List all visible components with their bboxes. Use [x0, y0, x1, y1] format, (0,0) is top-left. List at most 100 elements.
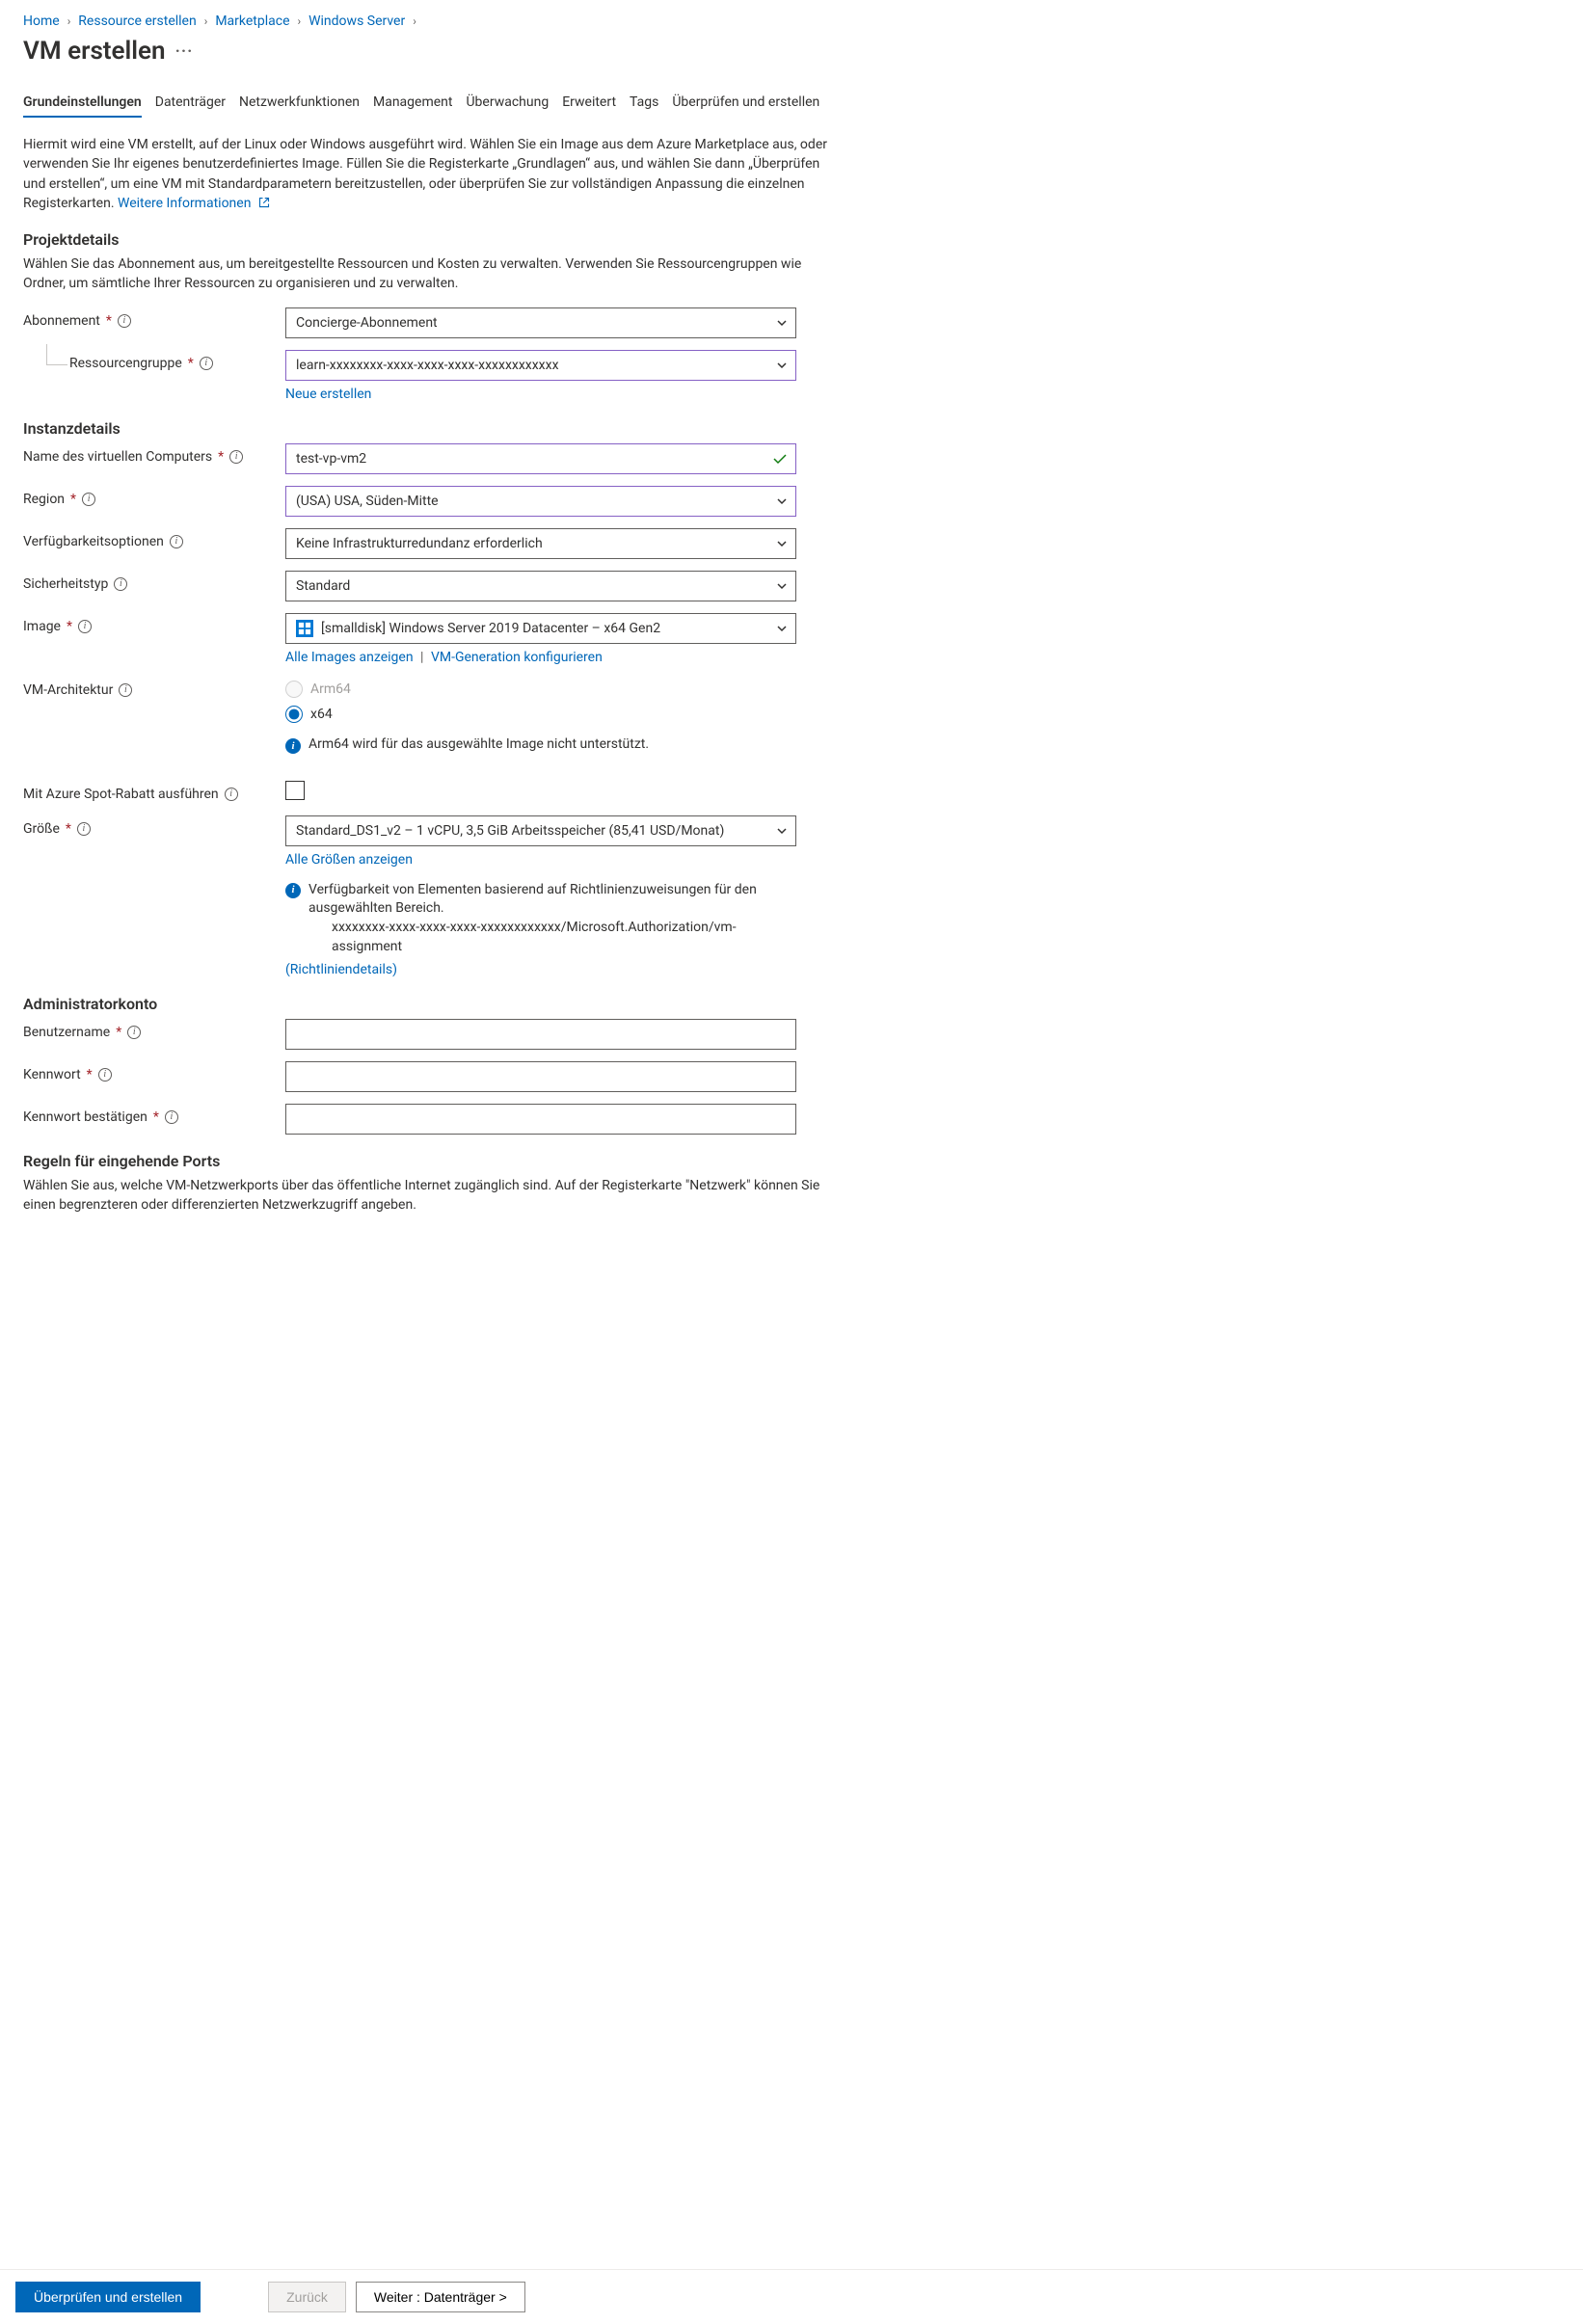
info-icon[interactable]: i [165, 1110, 178, 1124]
info-icon[interactable]: i [114, 577, 127, 591]
subscription-select[interactable]: Concierge-Abonnement [285, 307, 796, 338]
learn-more-link[interactable]: Weitere Informationen [118, 196, 270, 211]
security-type-label: Sicherheitstyp [23, 576, 108, 592]
breadcrumb-create-resource[interactable]: Ressource erstellen [78, 13, 196, 29]
chevron-right-icon: › [298, 14, 302, 28]
info-icon[interactable]: i [229, 450, 243, 464]
windows-icon [296, 620, 313, 637]
chevron-down-icon [776, 825, 788, 837]
tab-advanced[interactable]: Erweitert [562, 89, 616, 118]
section-instance-heading: Instanzdetails [23, 419, 845, 438]
checkmark-icon [772, 451, 788, 467]
vm-name-label: Name des virtuellen Computers [23, 449, 212, 465]
info-icon[interactable]: i [77, 822, 91, 836]
required-marker: * [106, 313, 112, 329]
arch-x64-radio[interactable]: x64 [285, 706, 796, 723]
tab-networking[interactable]: Netzwerkfunktionen [239, 89, 360, 118]
see-all-images-link[interactable]: Alle Images anzeigen [285, 650, 414, 665]
info-icon: i [285, 738, 301, 754]
info-icon[interactable]: i [98, 1068, 112, 1082]
info-icon[interactable]: i [225, 788, 238, 801]
section-admin-heading: Administratorkonto [23, 995, 845, 1013]
chevron-right-icon: › [413, 14, 416, 28]
section-project-desc: Wählen Sie das Abonnement aus, um bereit… [23, 254, 845, 294]
required-marker: * [66, 821, 71, 837]
required-marker: * [67, 619, 72, 634]
image-select[interactable]: [smalldisk] Windows Server 2019 Datacent… [285, 613, 796, 644]
next-button[interactable]: Weiter : Datenträger > [356, 2282, 525, 2312]
required-marker: * [70, 492, 76, 507]
info-icon[interactable]: i [78, 620, 92, 633]
create-new-rg-link[interactable]: Neue erstellen [285, 387, 371, 402]
spot-discount-label: Mit Azure Spot-Rabatt ausführen [23, 787, 219, 802]
external-link-icon [258, 197, 270, 208]
info-icon: i [285, 883, 301, 898]
policy-details-link[interactable]: (Richtliniendetails) [285, 962, 397, 977]
password-input[interactable] [285, 1061, 796, 1092]
spot-discount-checkbox[interactable] [285, 781, 305, 800]
configure-vm-generation-link[interactable]: VM-Generation konfigurieren [431, 650, 603, 665]
vm-name-input[interactable]: test-vp-vm2 [285, 443, 796, 474]
wizard-footer: Überprüfen und erstellen Zurück Weiter :… [0, 2269, 1583, 2324]
chevron-down-icon [776, 580, 788, 592]
password-label: Kennwort [23, 1067, 81, 1082]
tab-basics[interactable]: Grundeinstellungen [23, 89, 142, 118]
tab-management[interactable]: Management [373, 89, 452, 118]
info-icon[interactable]: i [127, 1026, 141, 1039]
info-icon[interactable]: i [82, 493, 95, 506]
arch-arm64-radio: Arm64 [285, 681, 796, 698]
tab-monitoring[interactable]: Überwachung [466, 89, 549, 118]
chevron-down-icon [776, 538, 788, 549]
wizard-tabs: Grundeinstellungen Datenträger Netzwerkf… [23, 89, 845, 118]
password-confirm-input[interactable] [285, 1104, 796, 1135]
see-all-sizes-link[interactable]: Alle Größen anzeigen [285, 852, 413, 868]
review-create-button[interactable]: Überprüfen und erstellen [15, 2282, 201, 2312]
username-input[interactable] [285, 1019, 796, 1050]
info-icon[interactable]: i [200, 357, 213, 370]
password-confirm-label: Kennwort bestätigen [23, 1109, 148, 1125]
arch-note: Arm64 wird für das ausgewählte Image nic… [309, 736, 649, 752]
chevron-right-icon: › [67, 14, 71, 28]
required-marker: * [218, 449, 224, 465]
chevron-down-icon [776, 623, 788, 634]
size-policy-note-1: Verfügbarkeit von Elementen basierend au… [309, 881, 796, 919]
subscription-label: Abonnement [23, 313, 100, 329]
page-title: VM erstellen ··· [23, 37, 845, 66]
chevron-down-icon [776, 317, 788, 329]
breadcrumb-home[interactable]: Home [23, 13, 60, 29]
tab-review[interactable]: Überprüfen und erstellen [672, 89, 819, 118]
resource-group-select[interactable]: learn-xxxxxxxx-xxxx-xxxx-xxxx-xxxxxxxxxx… [285, 350, 796, 381]
back-button: Zurück [268, 2282, 346, 2312]
section-project-heading: Projektdetails [23, 230, 845, 249]
section-ports-desc: Wählen Sie aus, welche VM-Netzwerkports … [23, 1176, 845, 1215]
size-label: Größe [23, 821, 60, 837]
section-ports-heading: Regeln für eingehende Ports [23, 1152, 845, 1170]
size-policy-note-2: xxxxxxxx-xxxx-xxxx-xxxx-xxxxxxxxxxxx/Mic… [332, 919, 796, 956]
info-icon[interactable]: i [119, 683, 132, 697]
info-icon[interactable]: i [170, 535, 183, 548]
availability-label: Verfügbarkeitsoptionen [23, 534, 164, 549]
tree-connector [46, 344, 67, 365]
resource-group-label: Ressourcengruppe [69, 356, 182, 371]
region-select[interactable]: (USA) USA, Süden-Mitte [285, 486, 796, 517]
chevron-down-icon [776, 495, 788, 507]
tab-disks[interactable]: Datenträger [155, 89, 226, 118]
availability-select[interactable]: Keine Infrastrukturredundanz erforderlic… [285, 528, 796, 559]
tab-tags[interactable]: Tags [630, 89, 658, 118]
vm-architecture-label: VM-Architektur [23, 682, 113, 698]
breadcrumb-product[interactable]: Windows Server [309, 13, 405, 29]
more-actions-icon[interactable]: ··· [175, 41, 194, 62]
region-label: Region [23, 492, 65, 507]
breadcrumb: Home › Ressource erstellen › Marketplace… [23, 13, 845, 29]
required-marker: * [153, 1109, 159, 1125]
image-label: Image [23, 619, 61, 634]
intro-text: Hiermit wird eine VM erstellt, auf der L… [23, 135, 845, 213]
breadcrumb-marketplace[interactable]: Marketplace [215, 13, 289, 29]
chevron-right-icon: › [204, 14, 208, 28]
required-marker: * [188, 356, 194, 371]
size-select[interactable]: Standard_DS1_v2 – 1 vCPU, 3,5 GiB Arbeit… [285, 815, 796, 846]
required-marker: * [116, 1025, 121, 1040]
info-icon[interactable]: i [118, 314, 131, 328]
security-type-select[interactable]: Standard [285, 571, 796, 601]
username-label: Benutzername [23, 1025, 110, 1040]
